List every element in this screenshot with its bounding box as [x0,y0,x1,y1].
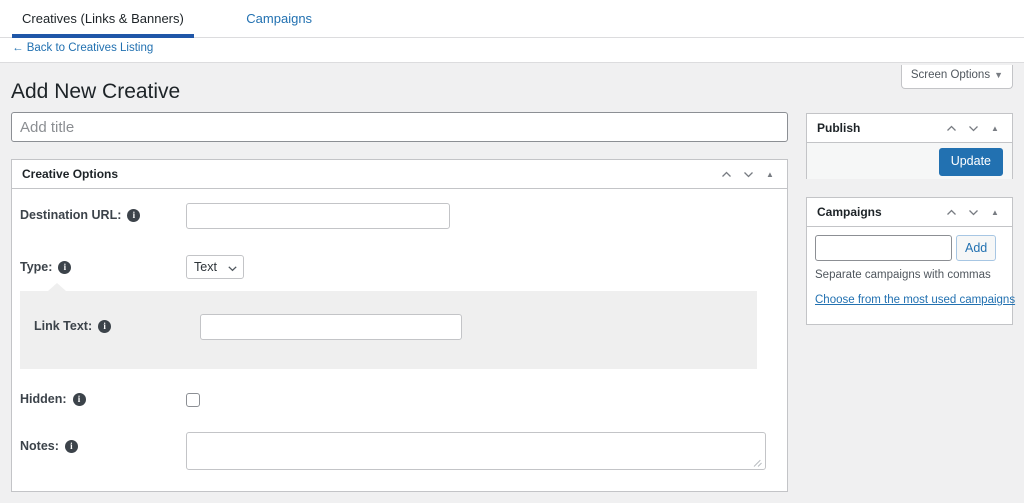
info-icon[interactable]: i [98,319,112,333]
triangle-up-icon: ▲ [766,169,774,179]
info-icon[interactable]: i [127,208,141,222]
campaign-name-input[interactable] [815,235,952,261]
type-options-subpanel: Link Text: i [20,283,757,369]
subpanel-arrow-icon [48,283,66,291]
triangle-up-icon: ▲ [991,123,999,133]
link-text-label-text: Link Text: [34,319,93,333]
collapse-toggle-icon[interactable]: ▲ [984,201,1006,225]
back-to-creatives-listing-link[interactable]: ← Back to Creatives Listing [12,42,153,54]
type-select[interactable]: Text [186,255,244,279]
link-text-input[interactable] [200,314,462,340]
chevron-down-icon [227,256,238,280]
notes-label: Notes: i [20,439,78,453]
nav-tab-bar: Creatives (Links & Banners) Campaigns [0,0,1024,38]
move-down-icon[interactable] [737,163,759,187]
publish-panel: Publish ▲ Update [806,113,1013,179]
move-up-icon[interactable] [715,163,737,187]
hidden-label-text: Hidden: [20,392,67,406]
publish-header: Publish ▲ [807,114,1012,143]
notes-textarea[interactable] [186,432,766,470]
collapse-toggle-icon[interactable]: ▲ [759,163,781,187]
info-icon[interactable]: i [72,392,86,406]
link-text-label: Link Text: i [34,319,112,333]
campaigns-title: Campaigns [817,205,882,219]
move-down-icon[interactable] [962,117,984,141]
creative-options-title: Creative Options [22,167,119,181]
back-link-bar: ← Back to Creatives Listing [0,38,1024,62]
screen-options-label: Screen Options [910,69,991,81]
hidden-label: Hidden: i [20,392,86,406]
info-icon[interactable]: i [64,439,78,453]
campaigns-panel: Campaigns ▲ Add Separate campaigns with … [806,197,1015,325]
triangle-up-icon: ▲ [991,207,999,217]
campaigns-help-text: Separate campaigns with commas [815,269,991,281]
tab-campaigns[interactable]: Campaigns [236,0,322,38]
panel-controls: ▲ [940,114,1006,143]
add-campaign-button[interactable]: Add [956,235,997,261]
title-input[interactable] [11,112,788,142]
panel-controls: ▲ [940,198,1006,227]
notes-label-text: Notes: [20,439,59,453]
chevron-down-icon: ▼ [994,70,1003,80]
type-label-text: Type: [20,260,53,274]
move-down-icon[interactable] [962,201,984,225]
creative-options-header: Creative Options ▲ [12,160,787,189]
move-up-icon[interactable] [940,201,962,225]
info-icon[interactable]: i [58,260,72,274]
page-title: Add New Creative [11,80,181,103]
screen-options-button[interactable]: Screen Options ▼ [900,65,1013,89]
admin-page: Creatives (Links & Banners) Campaigns ← … [0,0,1024,503]
publish-title: Publish [817,121,861,135]
campaigns-header: Campaigns ▲ [807,198,1012,227]
header-divider [0,62,1024,63]
move-up-icon[interactable] [940,117,962,141]
collapse-toggle-icon[interactable]: ▲ [984,117,1006,141]
hidden-checkbox[interactable] [186,393,200,407]
panel-controls: ▲ [715,160,781,189]
destination-url-input[interactable] [186,203,450,229]
destination-url-label-text: Destination URL: [20,208,122,222]
publish-body: Update [807,143,1012,179]
update-button[interactable]: Update [938,148,1003,176]
type-label: Type: i [20,260,72,274]
destination-url-label: Destination URL: i [20,208,141,222]
tab-creatives[interactable]: Creatives (Links & Banners) [12,0,194,38]
campaigns-body: Add Separate campaigns with commas Choos… [807,227,1015,324]
most-used-campaigns-link[interactable]: Choose from the most used campaigns [815,294,1015,306]
type-select-value: Text [194,260,217,274]
